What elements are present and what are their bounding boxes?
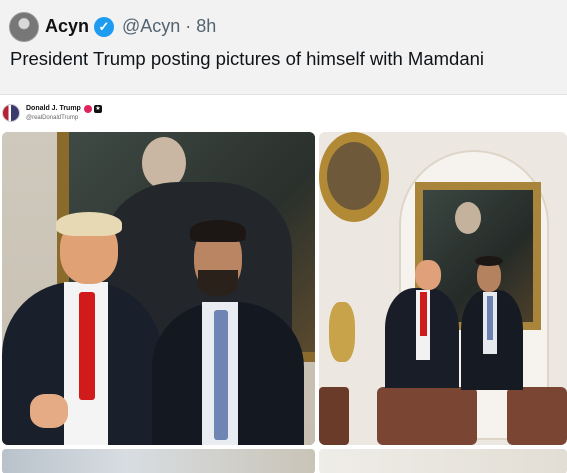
embedded-author-handle[interactable]: @realDonaldTrump <box>26 115 78 121</box>
embedded-post[interactable]: Donald J. Trump ★ @realDonaldTrump <box>0 94 567 473</box>
photo-thumbnail-strip[interactable] <box>319 449 567 473</box>
embedded-author-name[interactable]: Donald J. Trump <box>26 105 81 112</box>
author-name[interactable]: Acyn <box>45 16 89 37</box>
photo-thumbnail-strip[interactable] <box>2 449 315 473</box>
acyn-avatar[interactable] <box>9 12 39 42</box>
verified-badge-icon <box>84 105 92 113</box>
photo-trump-mamdani-closeup[interactable] <box>2 132 315 445</box>
trump-avatar[interactable] <box>2 104 20 122</box>
tweet-header: Acyn ✓ @Acyn · 8h President Trump postin… <box>0 0 567 92</box>
verified-badge-icon: ✓ <box>94 17 114 37</box>
affiliation-badge-icon: ★ <box>94 105 102 113</box>
tweet-text: President Trump posting pictures of hims… <box>10 48 485 69</box>
photo-trump-mamdani-oval-office[interactable] <box>319 132 567 445</box>
author-handle-time[interactable]: @Acyn · 8h <box>122 16 216 37</box>
